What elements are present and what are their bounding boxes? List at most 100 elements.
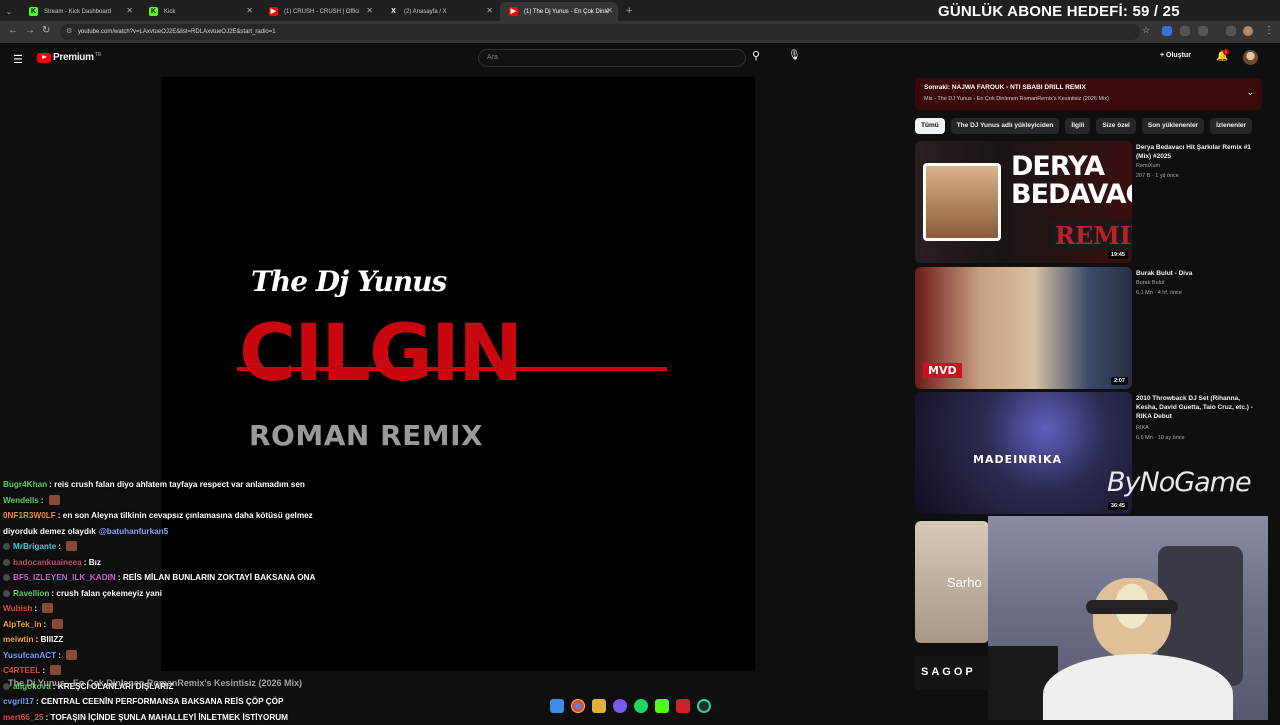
create-button[interactable]: + Oluştur <box>1160 52 1191 59</box>
recommendation-title[interactable]: 2010 Throwback DJ Set (Rihanna, Kesha, D… <box>1136 394 1261 421</box>
microphone-icon[interactable]: 🎙 <box>788 50 801 61</box>
chat-text: diyorduk demez olaydık <box>3 527 96 536</box>
recommendation-channel[interactable]: RemiXum <box>1136 163 1160 169</box>
sidebar-icon[interactable] <box>1226 26 1236 36</box>
forward-icon[interactable]: → <box>25 25 35 36</box>
chat-emote-icon <box>66 650 77 660</box>
x-icon: X <box>389 7 398 16</box>
chat-username[interactable]: AlpTek_in <box>3 620 42 629</box>
chat-username[interactable]: 0NF1R3W0LF <box>3 511 56 520</box>
chat-emote-icon <box>42 603 53 613</box>
chat-username[interactable]: mert66_25 <box>3 713 44 722</box>
video-main-title: CILGIN <box>239 309 521 399</box>
url-field[interactable]: ⚙ youtube.com/watch?v=LAxvtueOJ2E&list=R… <box>60 24 1140 40</box>
reload-icon[interactable]: ↻ <box>42 25 50 36</box>
chip-all[interactable]: Tümü <box>915 118 945 134</box>
chat-username[interactable]: meiwtin <box>3 635 33 644</box>
close-tab-icon[interactable]: ✕ <box>486 6 493 15</box>
recommendation-item[interactable]: DERYABEDAVACI REMIX 19:45 Derya Bedavacı… <box>915 141 1265 264</box>
hamburger-menu-icon[interactable]: ☰ <box>13 53 23 66</box>
chip-for-you[interactable]: Size özel <box>1096 118 1135 134</box>
windows-start-icon[interactable] <box>550 699 564 713</box>
chat-username[interactable]: MrBrigante <box>13 542 56 551</box>
search-icon[interactable]: ⚲ <box>752 49 760 62</box>
chat-message: YusufcanACT: <box>0 648 330 664</box>
recommendation-meta: 6,1 Mn · 4 hf. önce <box>1136 290 1182 296</box>
kick-app-icon[interactable] <box>655 699 669 713</box>
recommendation-item[interactable]: MVD 2:07 Burak Bulut - Diva Burak Bulut … <box>915 267 1265 390</box>
file-explorer-icon[interactable] <box>592 699 606 713</box>
recommendation-title[interactable]: Derya Bedavacı Hit Şarkılar Remix #1 (Mi… <box>1136 143 1261 161</box>
browser-tab[interactable]: ▶(1) CRUSH - CRUSH | Offici✕ <box>260 2 378 21</box>
chevron-down-icon[interactable]: ⌄ <box>1246 87 1254 98</box>
kick-icon: K <box>29 7 38 16</box>
extension-icon[interactable] <box>1180 26 1190 36</box>
duration-badge: 36:45 <box>1108 502 1128 510</box>
chat-username[interactable]: Wendells <box>3 496 39 505</box>
chip-recent[interactable]: Son yüklenenler <box>1142 118 1204 134</box>
chat-mention[interactable]: @batuhanfurkan5 <box>99 527 168 536</box>
close-tab-icon[interactable]: ✕ <box>126 6 133 15</box>
obs-icon[interactable] <box>697 699 711 713</box>
playlist-name: Mix - The DJ Yunus - En Çok Dinlenen Rom… <box>924 96 1109 102</box>
video-thumbnail[interactable]: DERYABEDAVACI REMIX 19:45 <box>915 141 1132 263</box>
chat-username[interactable]: Wubish <box>3 604 32 613</box>
chip-watched[interactable]: İzlenenler <box>1210 118 1252 134</box>
chat-badge-icon <box>3 559 10 566</box>
chat-text: BIIIZZ <box>41 635 64 644</box>
chip-related[interactable]: İlgili <box>1065 118 1090 134</box>
close-tab-icon[interactable]: ✕ <box>606 6 613 15</box>
chat-emote-icon <box>52 619 63 629</box>
chat-username[interactable]: BF5_IZLEYEN_ILK_KADIN <box>13 573 116 582</box>
browser-tab-active[interactable]: ▶(1) The Dj Yunus - En Çok Dinle✕ <box>500 2 618 21</box>
chat-message: MrBrigante: <box>0 539 330 555</box>
recommendation-channel[interactable]: Burak Bulut <box>1136 280 1164 286</box>
discord-icon[interactable] <box>613 699 627 713</box>
extensions-puzzle-icon[interactable] <box>1198 26 1208 36</box>
youtube-icon: ▶ <box>269 7 278 16</box>
extension-icon[interactable] <box>1162 26 1172 36</box>
close-tab-icon[interactable]: ✕ <box>366 6 373 15</box>
chat-separator: : <box>34 604 39 613</box>
browser-tab[interactable]: KStream - Kick Dashboard✕ <box>20 2 138 21</box>
app-icon[interactable] <box>676 699 690 713</box>
youtube-premium-logo[interactable]: Premium TR <box>37 52 101 63</box>
chat-message: Wendells: <box>0 493 330 509</box>
search-input[interactable]: Ara <box>478 49 746 67</box>
spotify-icon[interactable] <box>634 699 648 713</box>
video-thumbnail[interactable]: Sarho <box>915 521 989 643</box>
webcam-overlay <box>988 516 1268 720</box>
back-icon[interactable]: ← <box>8 25 18 36</box>
browser-tab[interactable]: X(2) Anasayfa / X✕ <box>380 2 498 21</box>
video-artist-text: The Dj Yunus <box>251 265 446 298</box>
chat-separator: : <box>44 620 49 629</box>
chat-message: Ravellion: crush falan çekemeyiz yani <box>0 586 330 602</box>
recommendation-channel[interactable]: RIKA <box>1136 425 1149 431</box>
chat-username[interactable]: Bugr4Khan <box>3 480 47 489</box>
browser-menu-icon[interactable]: ⋮ <box>1264 25 1274 36</box>
chat-emote-icon <box>50 665 61 675</box>
chat-message: cvgril17: CENTRAL CEENİN PERFORMANSA BAK… <box>0 694 330 710</box>
recommendation-item[interactable]: Sarho <box>915 521 989 644</box>
filter-chips: Tümü The DJ Yunus adlı yükleyiciden İlgi… <box>915 118 1252 134</box>
kick-icon: K <box>149 7 158 16</box>
close-tab-icon[interactable]: ✕ <box>246 6 253 15</box>
chrome-icon[interactable] <box>571 699 585 713</box>
recommendation-title[interactable]: Burak Bulut - Diva <box>1136 269 1261 278</box>
chip-uploader[interactable]: The DJ Yunus adlı yükleyiciden <box>951 118 1060 134</box>
video-thumbnail[interactable]: MVD 2:07 <box>915 267 1132 389</box>
video-thumbnail[interactable]: MADEINRIKA 36:45 <box>915 392 1132 514</box>
chat-username[interactable]: C4RTEEL <box>3 666 40 675</box>
playlist-queue-panel[interactable]: Sonraki: NAJWA FAROUK - NTI SBABI DRILL … <box>915 78 1262 110</box>
site-info-icon[interactable]: ⚙ <box>66 24 72 40</box>
profile-icon[interactable] <box>1243 26 1253 36</box>
chat-username[interactable]: badocankuaineea <box>13 558 82 567</box>
chat-username[interactable]: Ravellion <box>13 589 49 598</box>
account-avatar[interactable] <box>1243 50 1258 65</box>
tab-search-icon[interactable]: ⌄ <box>0 2 18 21</box>
bookmark-star-icon[interactable]: ☆ <box>1142 25 1150 36</box>
chat-username[interactable]: YusufcanACT <box>3 651 56 660</box>
chat-username[interactable]: cvgril17 <box>3 697 34 706</box>
browser-tab[interactable]: KKick✕ <box>140 2 258 21</box>
new-tab-button[interactable]: + <box>626 2 632 21</box>
